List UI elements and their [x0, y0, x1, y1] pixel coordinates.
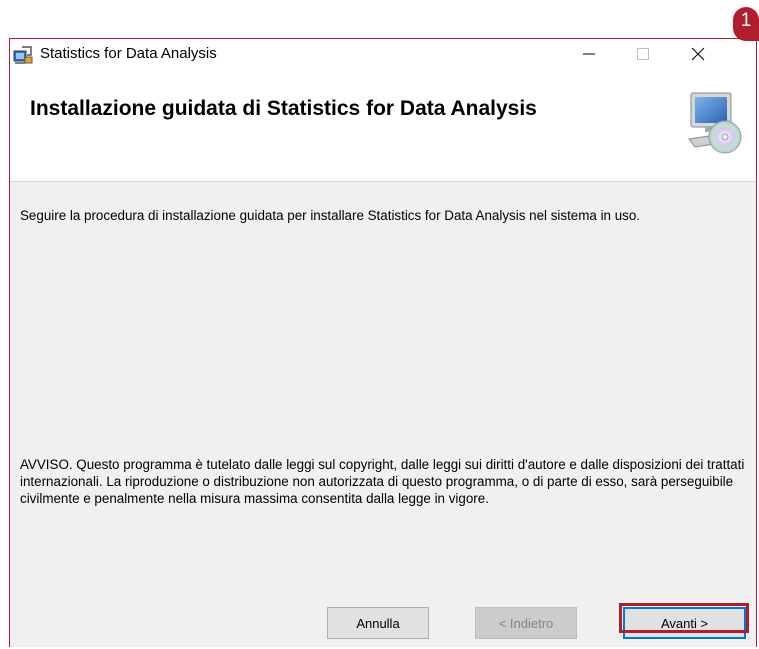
copyright-notice: AVVISO. Questo programma è tutelato dall… [20, 457, 745, 506]
installer-window: Statistics for Data Analysis Installazio… [9, 38, 757, 647]
title-bar[interactable]: Statistics for Data Analysis [10, 39, 756, 69]
close-icon [691, 47, 705, 61]
cancel-button[interactable]: Annulla [327, 607, 429, 639]
minimize-icon [583, 53, 595, 55]
maximize-button[interactable] [620, 39, 666, 69]
installer-app-icon [13, 46, 33, 64]
wizard-body: Seguire la procedura di installazione gu… [10, 182, 756, 648]
computer-cd-icon [688, 92, 742, 154]
intro-text: Seguire la procedura di installazione gu… [20, 208, 641, 223]
step-badge: 1 [733, 7, 759, 41]
wizard-title: Installazione guidata di Statistics for … [30, 97, 537, 120]
back-button[interactable]: < Indietro [475, 607, 577, 639]
close-button[interactable] [675, 39, 721, 69]
maximize-icon [637, 48, 649, 60]
wizard-header: Installazione guidata di Statistics for … [10, 69, 756, 182]
minimize-button[interactable] [566, 39, 612, 69]
window-title: Statistics for Data Analysis [40, 45, 217, 62]
next-button[interactable]: Avanti > [623, 607, 746, 639]
